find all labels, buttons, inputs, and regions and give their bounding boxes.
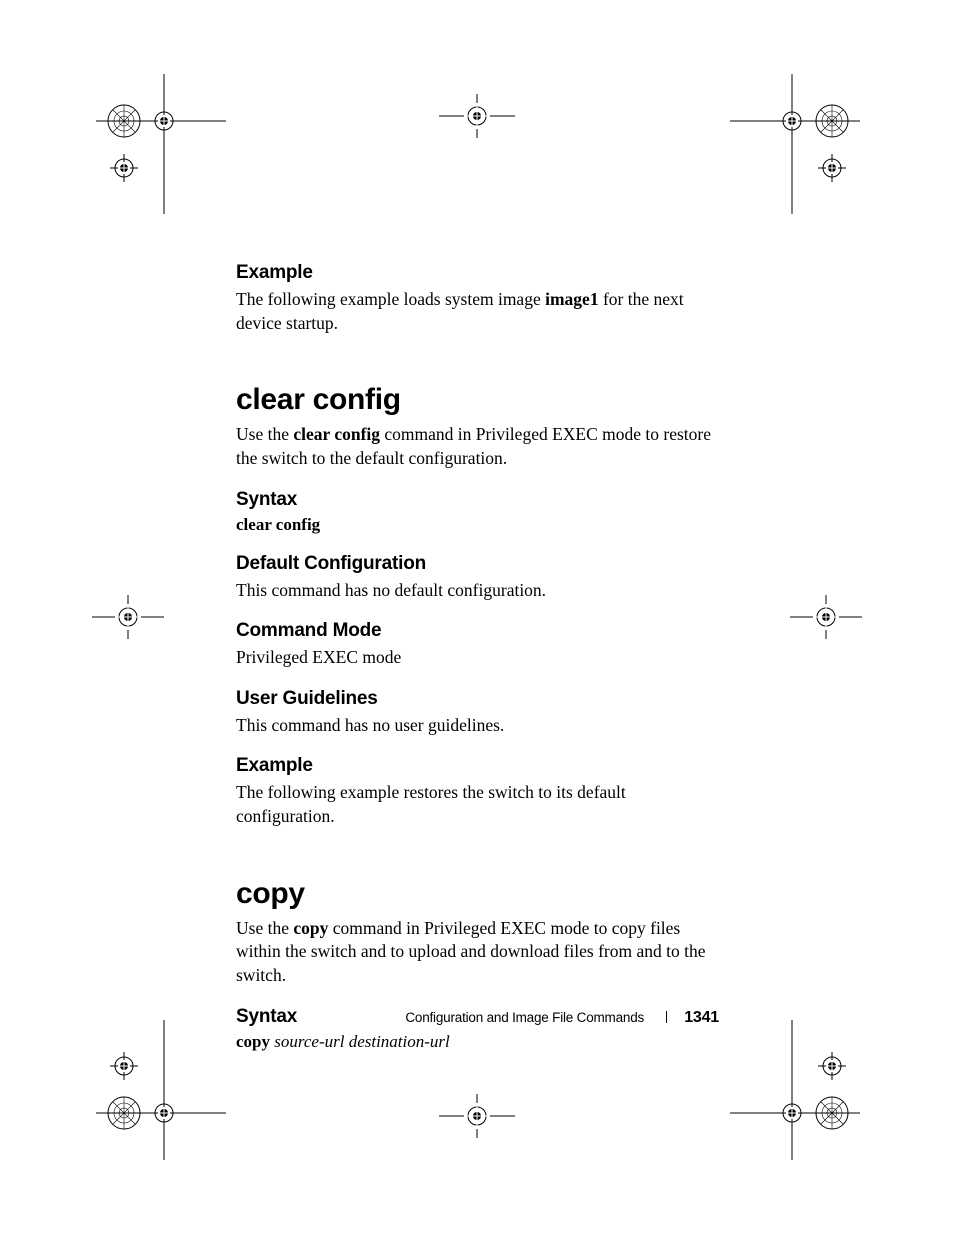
command-title-copy: copy	[236, 877, 726, 911]
intro-text: Use the clear config command in Privileg…	[236, 423, 726, 470]
syntax-line: clear config	[236, 515, 726, 535]
crop-mark-icon	[730, 1020, 870, 1160]
command-mode-heading: Command Mode	[236, 620, 726, 642]
command-name: copy	[293, 918, 328, 938]
text: The following example loads system image	[236, 289, 545, 309]
command-name: copy	[236, 1032, 270, 1051]
default-config-text: This command has no default configuratio…	[236, 579, 726, 603]
page-footer: Configuration and Image File Commands 13…	[405, 1009, 719, 1027]
command-mode-text: Privileged EXEC mode	[236, 646, 726, 670]
syntax-heading: Syntax	[236, 489, 726, 511]
page-number: 1341	[684, 1009, 719, 1026]
registration-mark-icon	[439, 1094, 515, 1138]
image-name: image1	[545, 289, 598, 309]
example-heading: Example	[236, 755, 726, 777]
crop-mark-icon	[86, 1020, 226, 1160]
command-name: clear config	[293, 424, 380, 444]
user-guidelines-heading: User Guidelines	[236, 688, 726, 710]
content-column: Example The following example loads syst…	[236, 262, 726, 1052]
crop-mark-icon	[86, 74, 226, 214]
registration-mark-icon	[92, 595, 164, 639]
syntax-line: copy source-url destination-url	[236, 1032, 726, 1052]
text: Use the	[236, 918, 293, 938]
intro-text: Use the copy command in Privileged EXEC …	[236, 917, 726, 988]
page: Example The following example loads syst…	[0, 0, 954, 1235]
registration-mark-icon	[790, 595, 862, 639]
crop-mark-icon	[730, 74, 870, 214]
example-text: The following example loads system image…	[236, 288, 726, 335]
text: Use the	[236, 424, 293, 444]
command-title-clear-config: clear config	[236, 383, 726, 417]
example-heading: Example	[236, 262, 726, 284]
example-text: The following example restores the switc…	[236, 781, 726, 828]
divider-icon	[666, 1011, 667, 1023]
command-args: source-url destination-url	[274, 1032, 450, 1051]
default-config-heading: Default Configuration	[236, 553, 726, 575]
chapter-title: Configuration and Image File Commands	[405, 1010, 644, 1025]
user-guidelines-text: This command has no user guidelines.	[236, 714, 726, 738]
registration-mark-icon	[439, 94, 515, 138]
